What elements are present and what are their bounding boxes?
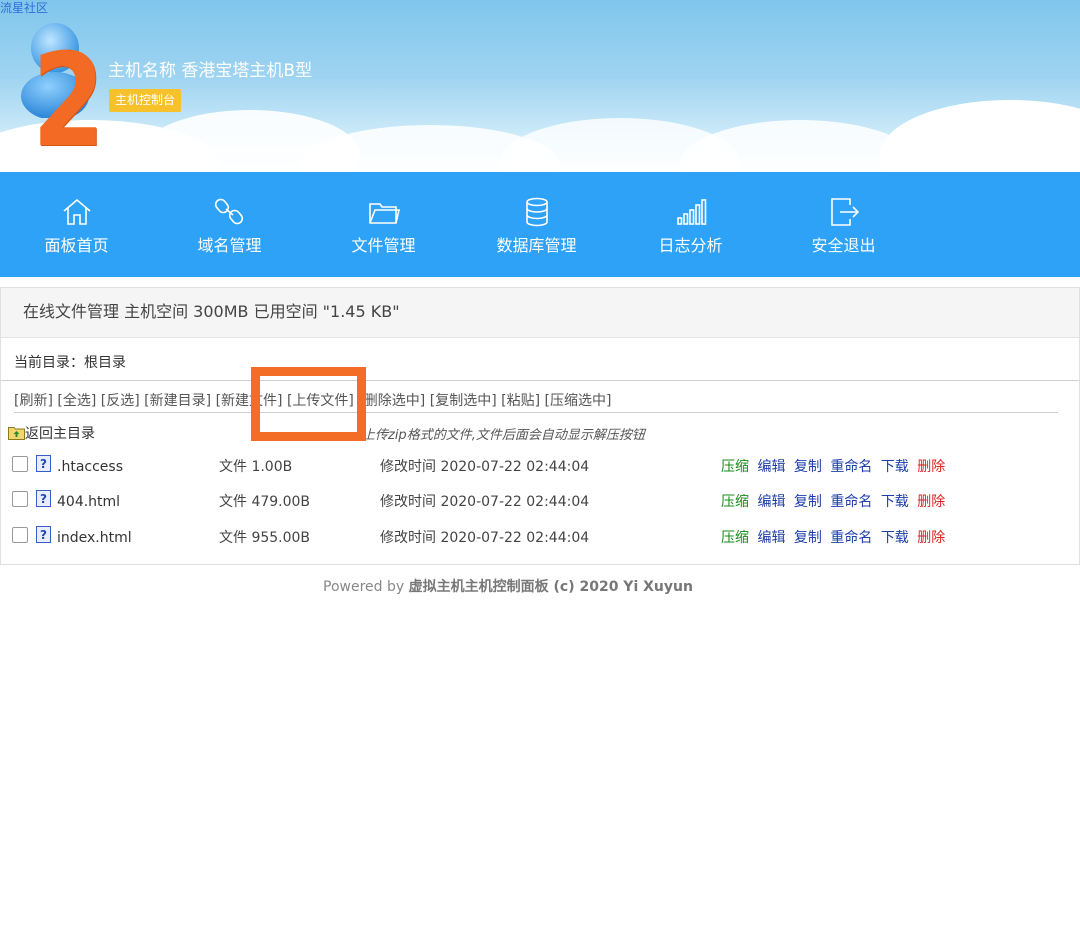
nav-item-label: 文件管理 (351, 236, 416, 255)
nav-item-database[interactable]: 数据库管理 (460, 172, 613, 277)
back-to-root: 返回主目录 (8, 423, 95, 443)
file-actions: 压缩 编辑 复制 重命名 下载 删除 (721, 491, 949, 511)
current-directory: 当前目录：根目录 (14, 355, 126, 371)
folder-up-icon (8, 427, 25, 440)
download-link[interactable]: 下载 (881, 494, 909, 510)
delete-link[interactable]: 删除 (917, 459, 945, 475)
row-checkbox[interactable] (12, 456, 28, 472)
compress-link[interactable]: 压缩 (721, 459, 749, 475)
cloud-decoration (880, 100, 1080, 172)
panel-title: 在线文件管理 主机空间 300MB 已用空间 "1.45 KB" (1, 288, 1079, 338)
refresh-button[interactable]: [刷新] (14, 393, 53, 409)
table-row: ? .htaccess 文件 1.00B 修改时间 2020-07-22 02:… (1, 455, 1079, 486)
compress-link[interactable]: 压缩 (721, 494, 749, 510)
file-actions: 压缩 编辑 复制 重命名 下载 删除 (721, 456, 949, 476)
delete-selected-button[interactable]: [删除选中] (358, 393, 425, 409)
footer: Powered by 虚拟主机主机控制面板 (c) 2020 Yi Xuyun (0, 576, 1016, 596)
nav-item-logout[interactable]: 安全退出 (767, 172, 920, 277)
nav-item-label: 日志分析 (658, 236, 723, 255)
upload-file-button[interactable]: [上传文件] (287, 393, 354, 409)
nav-item-label: 数据库管理 (496, 236, 577, 255)
nav-item-label: 域名管理 (197, 236, 262, 255)
table-row: ? index.html 文件 955.00B 修改时间 2020-07-22 … (1, 526, 1079, 557)
file-size: 文件 1.00B (219, 459, 293, 475)
svg-text:?: ? (40, 492, 47, 506)
rename-link[interactable]: 重命名 (830, 459, 872, 475)
svg-text:?: ? (40, 457, 47, 471)
file-name-link[interactable]: index.html (57, 530, 132, 546)
site-link[interactable]: 流星社区 (0, 0, 48, 16)
signal-bars-icon (677, 199, 707, 225)
unknown-file-icon: ? (36, 526, 51, 543)
file-modified: 修改时间 2020-07-22 02:44:04 (380, 494, 590, 510)
file-toolbar: [刷新] [全选] [反选] [新建目录] [新建文件] [上传文件] [删除选… (14, 390, 611, 410)
edit-link[interactable]: 编辑 (757, 459, 785, 475)
delete-link[interactable]: 删除 (917, 530, 945, 546)
delete-link[interactable]: 删除 (917, 494, 945, 510)
nav-item-label: 面板首页 (44, 236, 109, 255)
nav-item-logs[interactable]: 日志分析 (614, 172, 767, 277)
row-checkbox[interactable] (12, 527, 28, 543)
rename-link[interactable]: 重命名 (830, 494, 872, 510)
file-name-link[interactable]: 404.html (57, 494, 120, 510)
file-size: 文件 955.00B (219, 530, 311, 546)
copy-link[interactable]: 复制 (794, 494, 822, 510)
logout-icon (831, 198, 860, 226)
footer-suffix: (c) 2020 Yi Xuyun (548, 579, 693, 595)
file-actions: 压缩 编辑 复制 重命名 下载 删除 (721, 527, 949, 547)
copy-selected-button[interactable]: [复制选中] (430, 393, 497, 409)
paste-button[interactable]: [粘贴] (501, 393, 540, 409)
unknown-file-icon: ? (36, 490, 51, 507)
download-link[interactable]: 下载 (881, 530, 909, 546)
rename-link[interactable]: 重命名 (830, 530, 872, 546)
host-name: 主机名称 香港宝塔主机B型 (108, 61, 313, 81)
row-checkbox[interactable] (12, 491, 28, 507)
new-directory-button[interactable]: [新建目录] (144, 393, 211, 409)
compress-link[interactable]: 压缩 (721, 530, 749, 546)
nav-item-home[interactable]: 面板首页 (0, 172, 153, 277)
file-modified: 修改时间 2020-07-22 02:44:04 (380, 459, 590, 475)
footer-prefix: Powered by (323, 579, 409, 595)
file-manager-panel: 在线文件管理 主机空间 300MB 已用空间 "1.45 KB" 当前目录：根目… (0, 287, 1080, 565)
invert-selection-button[interactable]: [反选] (101, 393, 140, 409)
nav-item-files[interactable]: 文件管理 (307, 172, 460, 277)
host-console-badge[interactable]: 主机控制台 (109, 89, 182, 112)
file-size: 文件 479.00B (219, 494, 311, 510)
divider (1, 380, 1079, 381)
file-modified: 修改时间 2020-07-22 02:44:04 (380, 530, 590, 546)
table-row: ? 404.html 文件 479.00B 修改时间 2020-07-22 02… (1, 490, 1079, 521)
copy-link[interactable]: 复制 (794, 459, 822, 475)
compress-selected-button[interactable]: [压缩选中] (545, 393, 612, 409)
edit-link[interactable]: 编辑 (757, 494, 785, 510)
new-file-button[interactable]: [新建文件] (216, 393, 283, 409)
nav-item-label: 安全退出 (811, 236, 876, 255)
edit-link[interactable]: 编辑 (757, 530, 785, 546)
main-nav: 面板首页 域名管理 文件管理 数据库管理 日志分析 安全退出 (0, 172, 1080, 277)
select-all-button[interactable]: [全选] (57, 393, 96, 409)
download-link[interactable]: 下载 (881, 459, 909, 475)
file-name-link[interactable]: .htaccess (57, 459, 123, 475)
footer-product: 虚拟主机主机控制面板 (408, 579, 549, 595)
folder-icon (369, 203, 400, 224)
step-number: 2 (32, 27, 106, 172)
header-banner: 流星社区 2 主机名称 香港宝塔主机B型 主机控制台 (0, 0, 1080, 172)
copy-link[interactable]: 复制 (794, 530, 822, 546)
upload-hint: 上传zip格式的文件,文件后面会自动显示解压按钮 (362, 428, 645, 443)
svg-text:?: ? (40, 528, 47, 542)
database-icon (526, 197, 548, 227)
back-to-root-link[interactable]: 返回主目录 (25, 426, 95, 442)
nav-item-domains[interactable]: 域名管理 (153, 172, 306, 277)
divider (14, 412, 1058, 413)
home-icon (63, 198, 91, 225)
unknown-file-icon: ? (36, 455, 51, 472)
link-icon (214, 198, 244, 225)
